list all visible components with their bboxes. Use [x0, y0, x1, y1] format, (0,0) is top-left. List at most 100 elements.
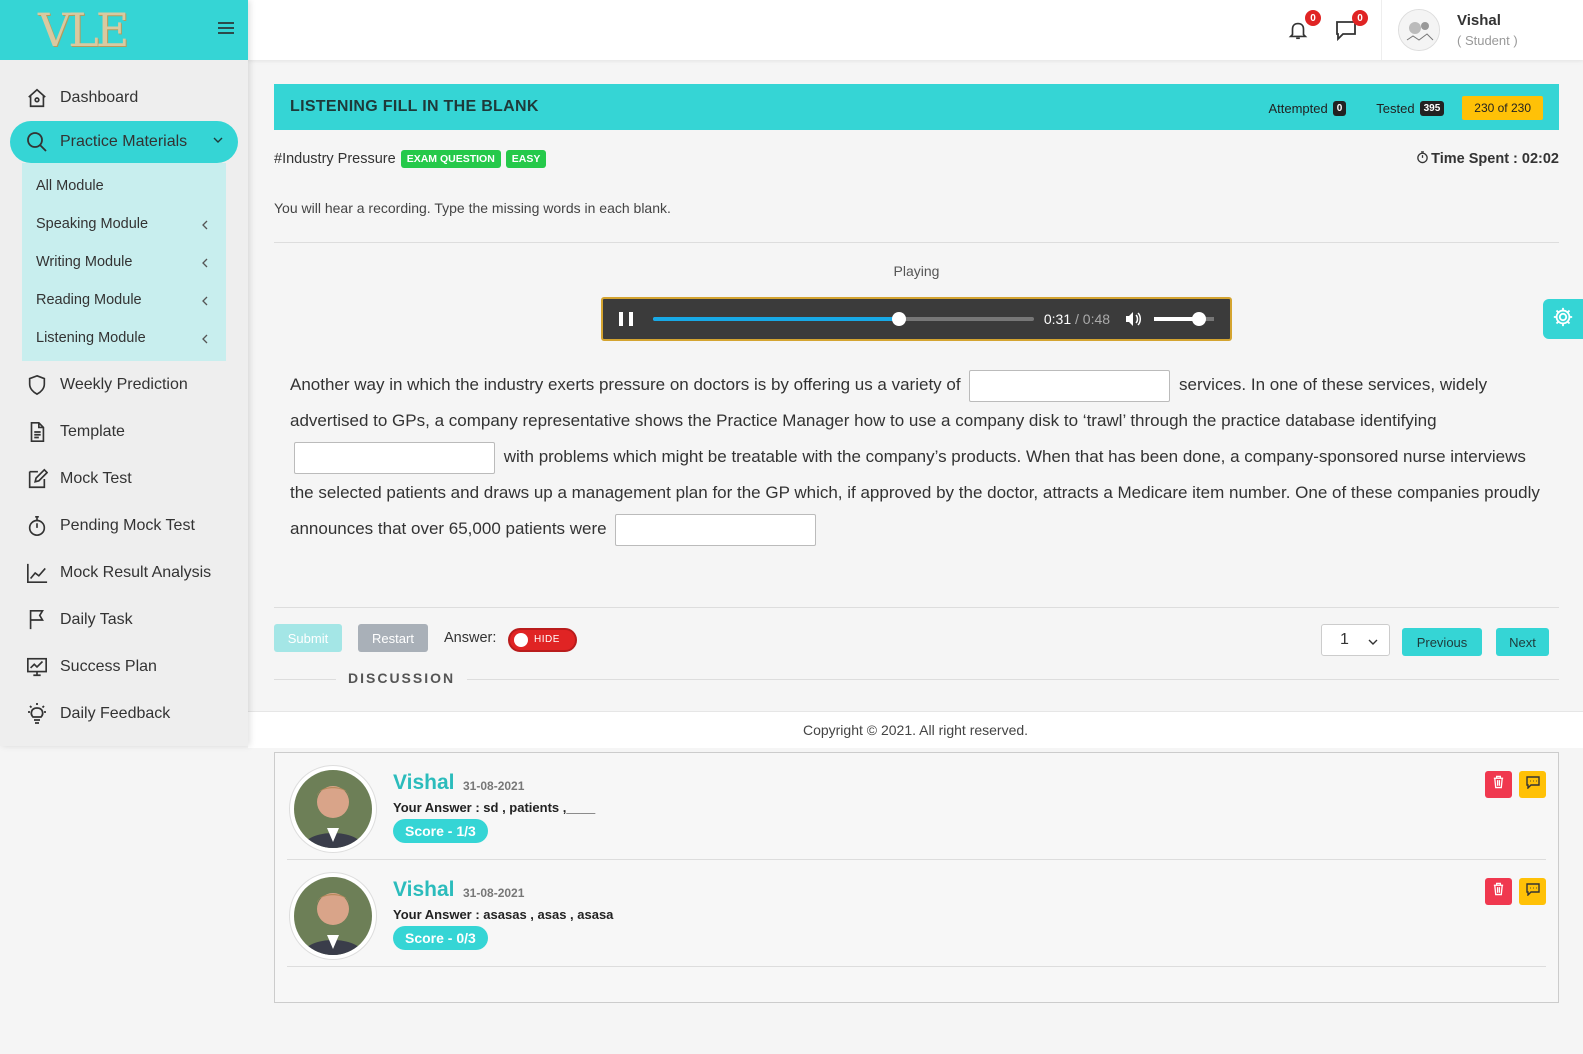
sidebar-item-mock-result-analysis[interactable]: Mock Result Analysis — [0, 549, 248, 596]
question-counter: 230 of 230 — [1462, 96, 1543, 120]
audio-seek-bar[interactable] — [653, 312, 1034, 326]
next-button[interactable]: Next — [1496, 628, 1549, 656]
audio-seek-thumb[interactable] — [892, 312, 907, 326]
submenu-item-listening-module[interactable]: Listening Module — [22, 319, 226, 357]
submenu-item-speaking-module[interactable]: Speaking Module — [22, 205, 226, 243]
blank-input-2[interactable] — [294, 441, 495, 474]
chevron-left-icon — [200, 294, 210, 310]
submenu-item-reading-module[interactable]: Reading Module — [22, 281, 226, 319]
settings-button[interactable] — [1543, 299, 1583, 339]
pause-icon — [619, 312, 623, 326]
audio-time: 0:31 / 0:48 — [1044, 311, 1110, 327]
avatar — [289, 765, 377, 853]
sidebar-item-daily-feedback[interactable]: Daily Feedback — [0, 690, 248, 737]
passage-text: Another way in which the industry exerts… — [290, 375, 961, 394]
shield-icon — [24, 372, 50, 398]
submenu-label: Writing Module — [36, 254, 133, 270]
sidebar-item-label: Practice Materials — [60, 133, 188, 150]
question-number-select[interactable]: 1 — [1321, 624, 1390, 656]
pause-button[interactable] — [619, 312, 633, 326]
comment-answer: Your Answer : sd , patients ,____ — [393, 800, 596, 815]
monitor-icon — [24, 654, 50, 680]
sidebar-item-label: Success Plan — [60, 657, 157, 675]
copyright-text: Copyright © 2021. All right reserved. — [802, 722, 1029, 738]
messages-badge: 0 — [1352, 10, 1368, 26]
comment-author[interactable]: Vishal — [393, 771, 454, 795]
tag-difficulty: EASY — [505, 150, 547, 168]
sidebar-item-weekly-prediction[interactable]: Weekly Prediction — [0, 361, 248, 408]
time-spent: Time Spent : 02:02 — [1416, 150, 1559, 168]
reply-button[interactable] — [1519, 878, 1546, 905]
attempted-count: 0 — [1332, 100, 1347, 116]
comment-author[interactable]: Vishal — [393, 878, 454, 902]
chart-line-icon — [24, 560, 50, 586]
notifications-button[interactable]: 0 — [1287, 10, 1321, 42]
volume-slider[interactable] — [1154, 312, 1215, 326]
comment-icon — [1525, 775, 1540, 794]
messages-button[interactable]: 0 — [1334, 10, 1368, 42]
sidebar-item-dashboard[interactable]: Dashboard — [0, 74, 248, 121]
sidebar-item-label: Template — [60, 422, 125, 440]
timer-icon — [1416, 150, 1429, 168]
user-name[interactable]: Vishal — [1457, 12, 1501, 29]
delete-button[interactable] — [1485, 878, 1512, 905]
divider — [274, 242, 1559, 243]
sidebar-item-practice-materials[interactable]: Practice Materials — [10, 121, 238, 163]
submenu-label: All Module — [36, 178, 104, 194]
topic-label: #Industry Pressure — [274, 151, 396, 167]
submenu-label: Speaking Module — [36, 216, 149, 232]
sidebar-item-daily-task[interactable]: Daily Task — [0, 596, 248, 643]
volume-thumb[interactable] — [1192, 312, 1207, 326]
blank-input-3[interactable] — [615, 513, 817, 546]
comment-date: 31-08-2021 — [463, 779, 525, 793]
restart-button[interactable]: Restart — [358, 624, 428, 652]
list-item: Vishal 31-08-2021 Your Answer : sd , pat… — [287, 753, 1546, 860]
answer-label: Answer: — [444, 630, 497, 646]
sidebar-item-label: Daily Feedback — [60, 704, 171, 722]
question-controls: Submit Restart Answer: HIDE 1 Previous N… — [274, 608, 1559, 664]
menu-toggle-icon[interactable] — [218, 22, 234, 36]
practice-submenu: All Module Speaking Module Writing Modul… — [22, 163, 226, 361]
sidebar-item-label: Pending Mock Test — [60, 516, 195, 534]
trash-icon — [1492, 882, 1505, 901]
discussion-list: Vishal 31-08-2021 Your Answer : sd , pat… — [274, 752, 1559, 1003]
comment-answer: Your Answer : asasas , asas , asasa — [393, 907, 614, 922]
sidebar-item-label: Daily Task — [60, 610, 133, 628]
question-stats: Attempted 0 Tested 395 230 of 230 — [1268, 96, 1543, 120]
chat-icon — [1334, 21, 1358, 46]
delete-button[interactable] — [1485, 771, 1512, 798]
reply-button[interactable] — [1519, 771, 1546, 798]
sidebar-item-mock-test[interactable]: Mock Test — [0, 455, 248, 502]
sidebar-item-pending-mock-test[interactable]: Pending Mock Test — [0, 502, 248, 549]
score-badge: Score - 0/3 — [393, 926, 488, 950]
main-content: LISTENING FILL IN THE BLANK Attempted 0 … — [274, 84, 1559, 696]
avatar — [289, 872, 377, 960]
submenu-item-all-module[interactable]: All Module — [22, 167, 226, 205]
question-title-bar: LISTENING FILL IN THE BLANK Attempted 0 … — [274, 84, 1559, 130]
bell-icon — [1287, 22, 1309, 46]
notifications-badge: 0 — [1305, 10, 1321, 26]
avatar[interactable] — [1398, 9, 1440, 51]
top-header: 0 0 Vishal ( Student ) — [248, 0, 1583, 60]
comment-icon — [1525, 882, 1540, 901]
submenu-label: Reading Module — [36, 292, 142, 308]
home-icon — [24, 85, 50, 111]
footer: Copyright © 2021. All right reserved. — [248, 711, 1583, 748]
comment-date: 31-08-2021 — [463, 886, 525, 900]
time-spent-text: Time Spent : 02:02 — [1431, 151, 1559, 167]
sidebar-item-success-plan[interactable]: Success Plan — [0, 643, 248, 690]
tested-count: 395 — [1419, 100, 1445, 116]
previous-button[interactable]: Previous — [1402, 628, 1482, 656]
volume-icon[interactable] — [1124, 310, 1142, 328]
submit-button[interactable]: Submit — [274, 624, 342, 652]
submenu-item-writing-module[interactable]: Writing Module — [22, 243, 226, 281]
gear-icon — [1552, 306, 1574, 333]
blank-input-1[interactable] — [969, 369, 1171, 402]
answer-toggle[interactable]: HIDE — [508, 628, 577, 652]
toggle-knob — [514, 633, 528, 647]
logo[interactable]: VLE — [38, 3, 129, 57]
player-status: Playing — [893, 263, 940, 279]
lightbulb-icon — [24, 701, 50, 727]
brand-bar: VLE — [0, 0, 248, 60]
sidebar-item-template[interactable]: Template — [0, 408, 248, 455]
